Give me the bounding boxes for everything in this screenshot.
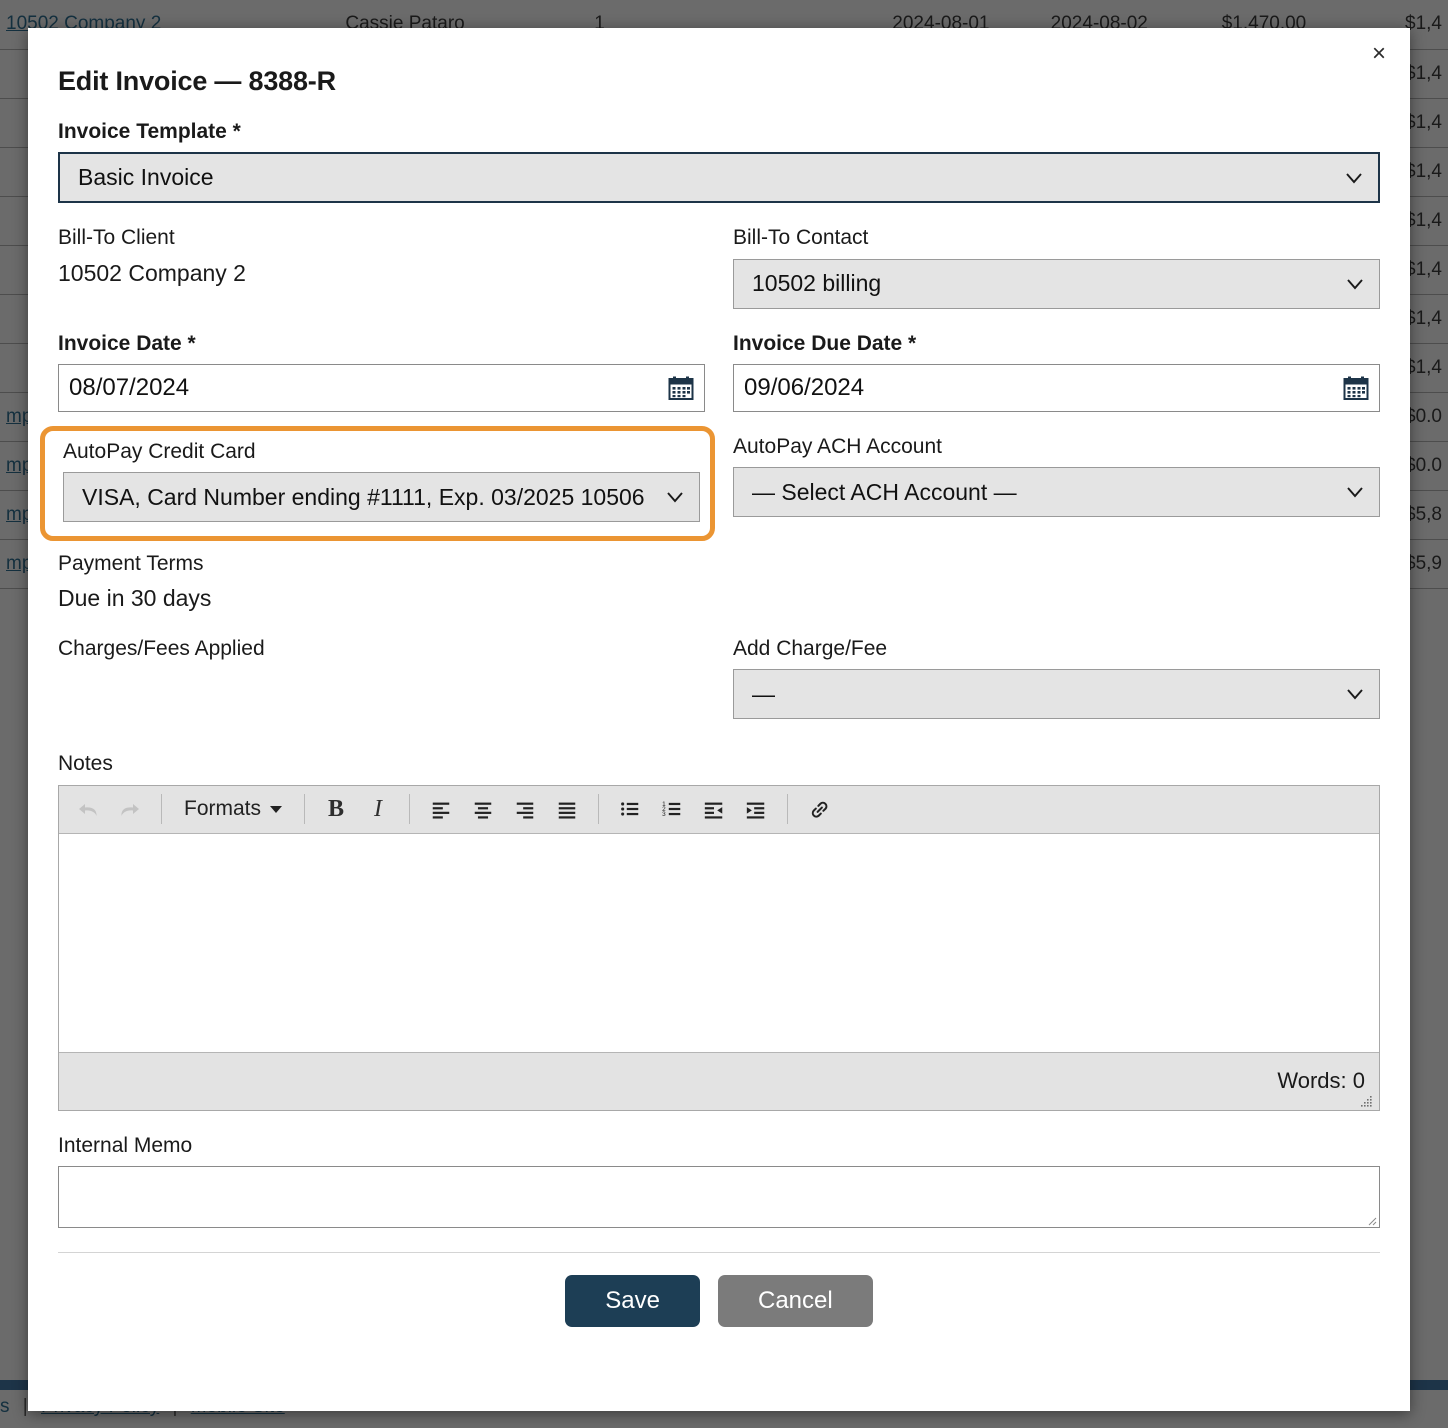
toolbar-divider xyxy=(161,794,162,824)
notes-label: Notes xyxy=(58,751,1380,777)
calendar-icon[interactable] xyxy=(668,375,694,401)
toolbar-divider xyxy=(304,794,305,824)
notes-editor-body[interactable] xyxy=(59,834,1379,1052)
bill-to-client-label: Bill-To Client xyxy=(58,225,705,251)
close-icon[interactable]: × xyxy=(1366,38,1392,70)
autopay-ach-account-value: — Select ACH Account — xyxy=(752,479,1335,506)
bill-to-contact-field: Bill-To Contact 10502 billing xyxy=(733,225,1380,308)
toolbar-divider xyxy=(787,794,788,824)
invoice-date-input[interactable]: 08/07/2024 xyxy=(58,364,705,412)
chevron-down-icon xyxy=(1345,482,1365,502)
invoice-date-value: 08/07/2024 xyxy=(69,374,189,402)
notes-field: Notes Formats B xyxy=(58,751,1380,1110)
align-right-icon[interactable] xyxy=(504,790,546,828)
payment-terms-value: Due in 30 days xyxy=(58,584,1380,614)
add-charge-fee-field: Add Charge/Fee — xyxy=(733,636,1380,719)
autopay-credit-card-value: VISA, Card Number ending #1111, Exp. 03/… xyxy=(82,484,655,511)
word-count: Words: 0 xyxy=(1277,1068,1365,1094)
internal-memo-label: Internal Memo xyxy=(58,1133,1380,1159)
charges-fees-applied-label: Charges/Fees Applied xyxy=(58,636,705,662)
autopay-credit-card-highlight: AutoPay Credit Card VISA, Card Number en… xyxy=(40,426,715,541)
invoice-template-label: Invoice Template * xyxy=(58,119,1380,145)
numbered-list-icon[interactable]: 123 xyxy=(651,790,693,828)
invoice-due-date-label: Invoice Due Date * xyxy=(733,331,1380,357)
bill-to-row: Bill-To Client 10502 Company 2 Bill-To C… xyxy=(58,225,1380,330)
autopay-credit-card-field: AutoPay Credit Card VISA, Card Number en… xyxy=(58,434,705,549)
autopay-row: AutoPay Credit Card VISA, Card Number en… xyxy=(58,434,1380,549)
calendar-icon[interactable] xyxy=(1343,375,1369,401)
modal-footer-actions: Save Cancel xyxy=(58,1253,1380,1347)
chevron-down-icon xyxy=(270,806,282,813)
notes-rich-text-editor: Formats B I xyxy=(58,785,1380,1111)
toolbar-divider xyxy=(598,794,599,824)
invoice-template-field: Invoice Template * Basic Invoice xyxy=(58,119,1380,203)
autopay-credit-card-select[interactable]: VISA, Card Number ending #1111, Exp. 03/… xyxy=(63,472,700,522)
invoice-due-date-field: Invoice Due Date * 09/06/2024 xyxy=(733,331,1380,412)
undo-icon[interactable] xyxy=(67,790,109,828)
payment-terms-label: Payment Terms xyxy=(58,551,1380,577)
save-button[interactable]: Save xyxy=(565,1275,700,1327)
internal-memo-input[interactable] xyxy=(58,1166,1380,1228)
autopay-ach-account-field: AutoPay ACH Account — Select ACH Account… xyxy=(733,434,1380,527)
edit-invoice-modal: × Edit Invoice — 8388-R Invoice Template… xyxy=(28,28,1410,1411)
payment-terms-field: Payment Terms Due in 30 days xyxy=(58,551,1380,614)
autopay-ach-account-label: AutoPay ACH Account xyxy=(733,434,1380,460)
add-charge-fee-select[interactable]: — xyxy=(733,669,1380,719)
invoice-template-select[interactable]: Basic Invoice xyxy=(58,152,1380,203)
align-center-icon[interactable] xyxy=(462,790,504,828)
footer-leading-text: s xyxy=(0,1396,10,1417)
link-icon[interactable] xyxy=(798,790,840,828)
bill-to-client-value: 10502 Company 2 xyxy=(58,259,705,289)
bill-to-contact-select[interactable]: 10502 billing xyxy=(733,259,1380,309)
bullet-list-icon[interactable] xyxy=(609,790,651,828)
cancel-button[interactable]: Cancel xyxy=(718,1275,873,1327)
autopay-credit-card-label: AutoPay Credit Card xyxy=(63,439,700,465)
resize-grip-icon[interactable] xyxy=(1365,1213,1377,1225)
invoice-due-date-input[interactable]: 09/06/2024 xyxy=(733,364,1380,412)
internal-memo-field: Internal Memo xyxy=(58,1133,1380,1228)
bill-to-contact-value: 10502 billing xyxy=(752,270,1335,297)
invoice-dates-row: Invoice Date * 08/07/2024 xyxy=(58,331,1380,434)
editor-toolbar: Formats B I xyxy=(59,786,1379,834)
modal-content: × Edit Invoice — 8388-R Invoice Template… xyxy=(28,28,1410,1411)
italic-icon[interactable]: I xyxy=(357,790,399,828)
add-charge-fee-label: Add Charge/Fee xyxy=(733,636,1380,662)
invoice-template-value: Basic Invoice xyxy=(78,164,1334,191)
outdent-icon[interactable] xyxy=(693,790,735,828)
charges-fees-row: Charges/Fees Applied Add Charge/Fee — xyxy=(58,636,1380,741)
formats-dropdown[interactable]: Formats xyxy=(172,790,294,828)
redo-icon[interactable] xyxy=(109,790,151,828)
bill-to-client-field: Bill-To Client 10502 Company 2 xyxy=(58,225,705,308)
align-left-icon[interactable] xyxy=(420,790,462,828)
chevron-down-icon xyxy=(1345,274,1365,294)
indent-icon[interactable] xyxy=(735,790,777,828)
bold-icon[interactable]: B xyxy=(315,790,357,828)
editor-status-bar: Words: 0 xyxy=(59,1052,1379,1110)
formats-label: Formats xyxy=(184,797,261,821)
invoice-due-date-value: 09/06/2024 xyxy=(744,374,864,402)
bill-to-contact-label: Bill-To Contact xyxy=(733,225,1380,251)
add-charge-fee-value: — xyxy=(752,681,1335,708)
invoice-date-label: Invoice Date * xyxy=(58,331,705,357)
charges-fees-applied-field: Charges/Fees Applied xyxy=(58,636,705,719)
autopay-ach-account-select[interactable]: — Select ACH Account — xyxy=(733,467,1380,517)
chevron-down-icon xyxy=(665,487,685,507)
align-justify-icon[interactable] xyxy=(546,790,588,828)
page-title: Edit Invoice — 8388-R xyxy=(58,66,1380,97)
invoice-date-field: Invoice Date * 08/07/2024 xyxy=(58,331,705,412)
chevron-down-icon xyxy=(1345,684,1365,704)
svg-text:3: 3 xyxy=(662,811,666,818)
resize-grip-icon[interactable] xyxy=(1358,1090,1374,1106)
toolbar-divider xyxy=(409,794,410,824)
chevron-down-icon xyxy=(1344,168,1364,188)
